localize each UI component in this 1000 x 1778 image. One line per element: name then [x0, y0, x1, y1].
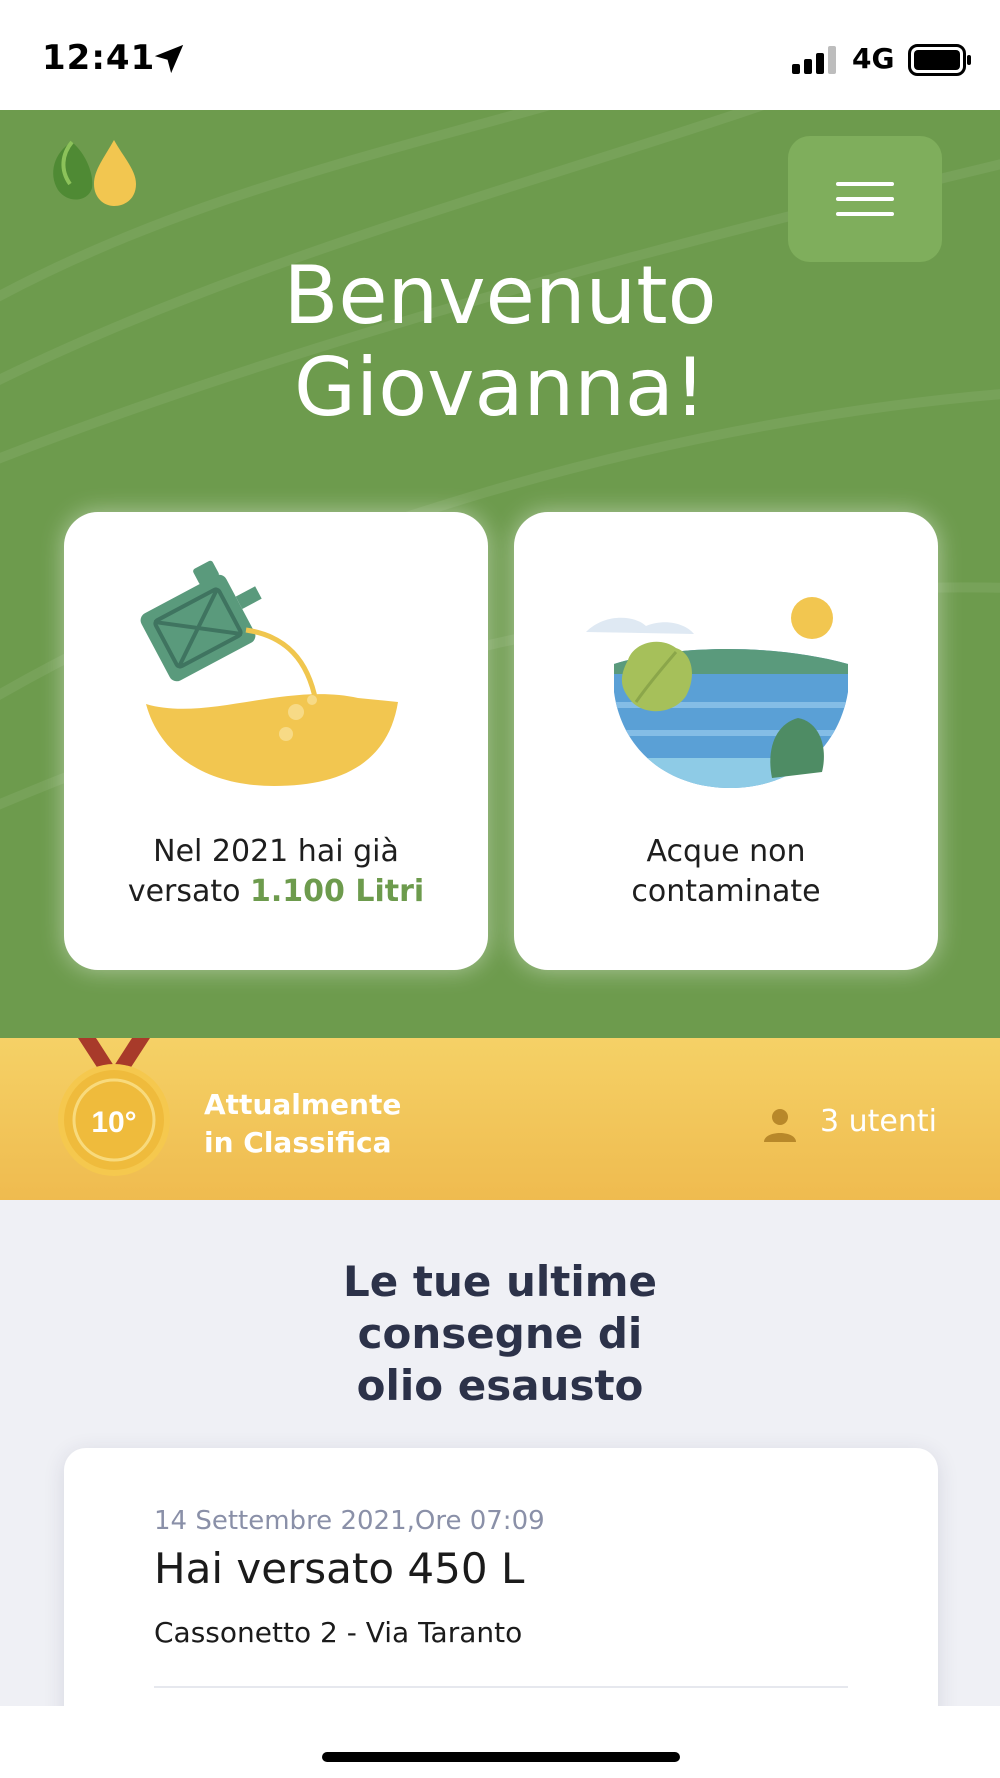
home-indicator-area: [0, 1706, 1000, 1778]
welcome-heading: Benvenuto Giovanna!: [0, 250, 1000, 434]
oil-can-pouring-illustration: [140, 560, 398, 786]
network-label: 4G: [852, 42, 895, 75]
status-time: 12:41: [42, 38, 156, 78]
deliveries-title: Le tue ultime consegne di olio esausto: [343, 1257, 657, 1410]
battery-icon: [908, 44, 971, 76]
water-stat-text: Acque non contaminate: [631, 834, 821, 909]
ranking-label: Attualmente in Classifica: [204, 1088, 402, 1159]
divider: [154, 1686, 848, 1688]
delivery-summary: Hai versato 450 L: [154, 1544, 525, 1593]
water-stat-card[interactable]: Acque non contaminate: [514, 512, 938, 970]
status-bar: 12:41 4G: [0, 0, 1000, 110]
deliveries-section: Le tue ultime consegne di olio esausto 1…: [0, 1200, 1000, 1706]
signal-icon: [792, 46, 836, 74]
delivery-card[interactable]: 14 Settembre 2021,Ore 07:09 Hai versato …: [64, 1448, 938, 1706]
hero-section: Benvenuto Giovanna! Nel 2021 hai già ver…: [0, 110, 1000, 1038]
liters-stat-card[interactable]: Nel 2021 hai già versato 1.100 Litri: [64, 512, 488, 970]
ranking-banner[interactable]: 10° Attualmente in Classifica 3 utenti: [0, 1038, 1000, 1200]
welcome-user-name: Giovanna!: [293, 341, 707, 434]
liters-value: 1.100 Litri: [250, 874, 425, 909]
delivery-location: Cassonetto 2 - Via Taranto: [154, 1616, 523, 1649]
user-icon: [764, 1109, 796, 1142]
delivery-datetime: 14 Settembre 2021,Ore 07:09: [154, 1506, 545, 1536]
location-arrow-icon: [154, 44, 184, 74]
home-indicator[interactable]: [322, 1752, 680, 1762]
liters-stat-text: Nel 2021 hai già versato 1.100 Litri: [127, 834, 425, 909]
menu-button[interactable]: [788, 136, 942, 262]
ranking-users-count: 3 utenti: [820, 1104, 937, 1139]
medal-icon: 10°: [58, 1038, 170, 1176]
welcome-line-1: Benvenuto: [283, 249, 717, 342]
leaf-drop-logo: [53, 140, 136, 206]
ranking-position: 10°: [91, 1106, 136, 1139]
clean-lake-illustration: [586, 597, 848, 788]
